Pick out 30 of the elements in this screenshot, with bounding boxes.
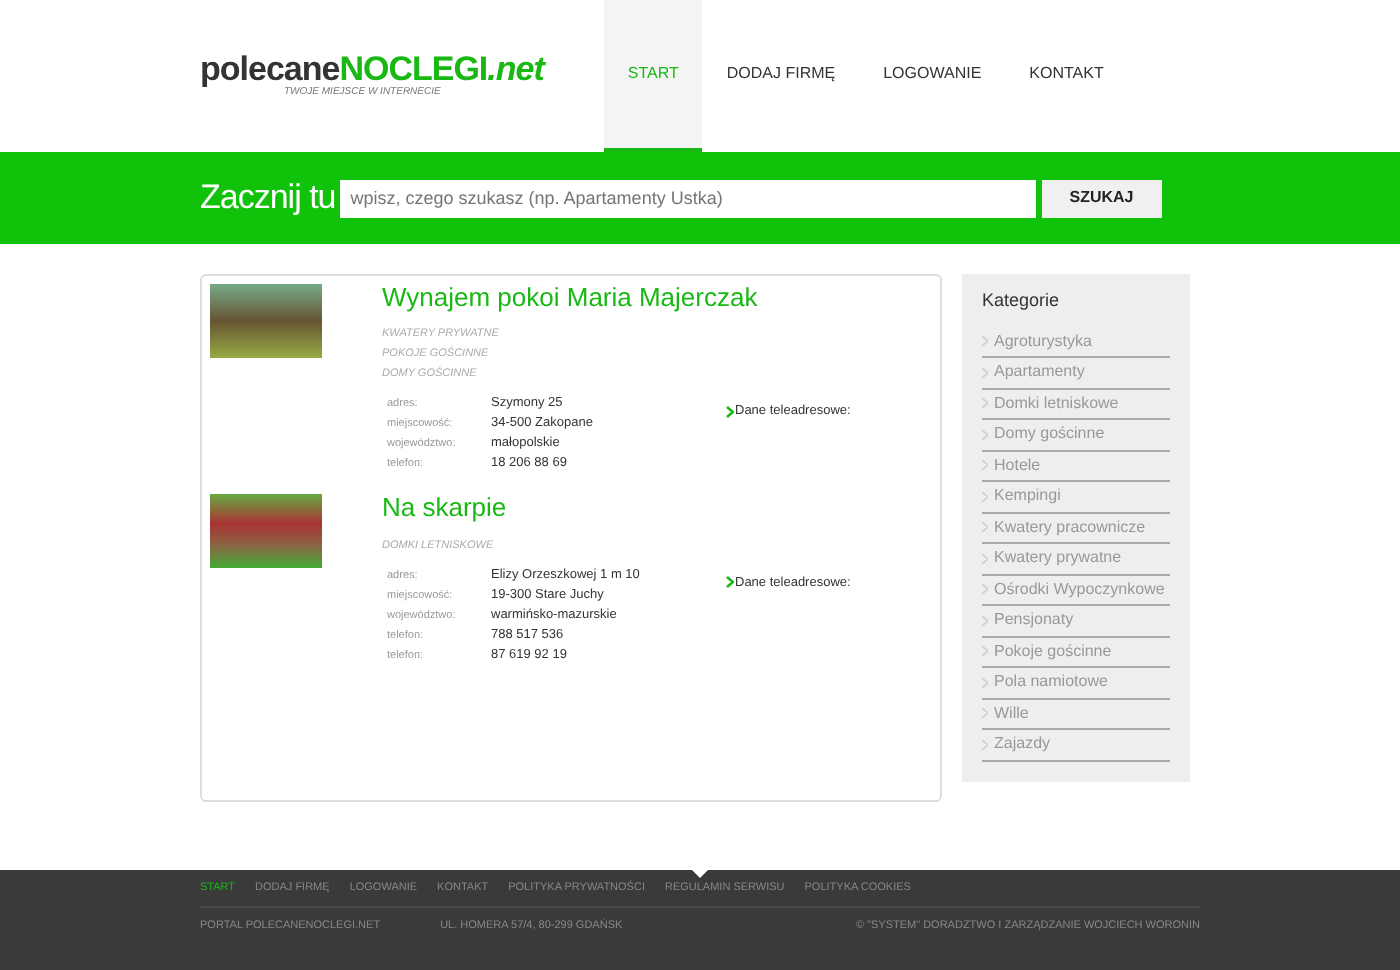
- category-link[interactable]: Domy gościnne: [982, 420, 1170, 452]
- chevron-icon: [725, 575, 735, 590]
- category-link[interactable]: Apartamenty: [982, 358, 1170, 390]
- pointer-icon: [690, 868, 710, 878]
- nav-link[interactable]: START: [603, 0, 703, 152]
- category-link[interactable]: Pokoje gościnne: [982, 637, 1170, 669]
- category-link[interactable]: Ośrodki Wypoczynkowe: [982, 575, 1170, 607]
- nav-link[interactable]: LOGOWANIE: [859, 0, 1006, 152]
- listing-title[interactable]: Wynajem pokoi Maria Majerczak: [382, 284, 932, 313]
- category-link[interactable]: Zajazdy: [982, 730, 1170, 762]
- category-link[interactable]: Wille: [982, 699, 1170, 731]
- photo-placeholder: [210, 494, 322, 569]
- category-link[interactable]: Pensjonaty: [982, 606, 1170, 638]
- category-link[interactable]: Pola namiotowe: [982, 668, 1170, 700]
- logo[interactable]: polecaneNOCLEGI.net: [200, 51, 544, 86]
- nav-link[interactable]: DODAJ FIRMĘ: [702, 0, 860, 152]
- listing-title[interactable]: Na skarpie: [382, 494, 932, 524]
- search-field[interactable]: wpisz, czego szukasz (np. Apartamenty Ustka): [340, 179, 1037, 217]
- search-button[interactable]: SZUKAJ: [1041, 179, 1162, 217]
- category-link[interactable]: Kempingi: [982, 482, 1170, 514]
- category-link[interactable]: Kwatery prywatne: [982, 544, 1170, 576]
- nav-link[interactable]: KONTAKT: [1005, 0, 1128, 152]
- category-link[interactable]: Domki letniskowe: [982, 389, 1170, 421]
- category-link[interactable]: Agroturystyka: [982, 327, 1170, 359]
- search-heading: Zacznij tu: [200, 177, 336, 219]
- category-link[interactable]: Hotele: [982, 451, 1170, 483]
- category-link[interactable]: Kwatery pracownicze: [982, 513, 1170, 545]
- chevron-icon: [725, 404, 735, 419]
- sidebar-title: Kategorie: [982, 290, 1062, 312]
- photo-placeholder: [210, 284, 322, 358]
